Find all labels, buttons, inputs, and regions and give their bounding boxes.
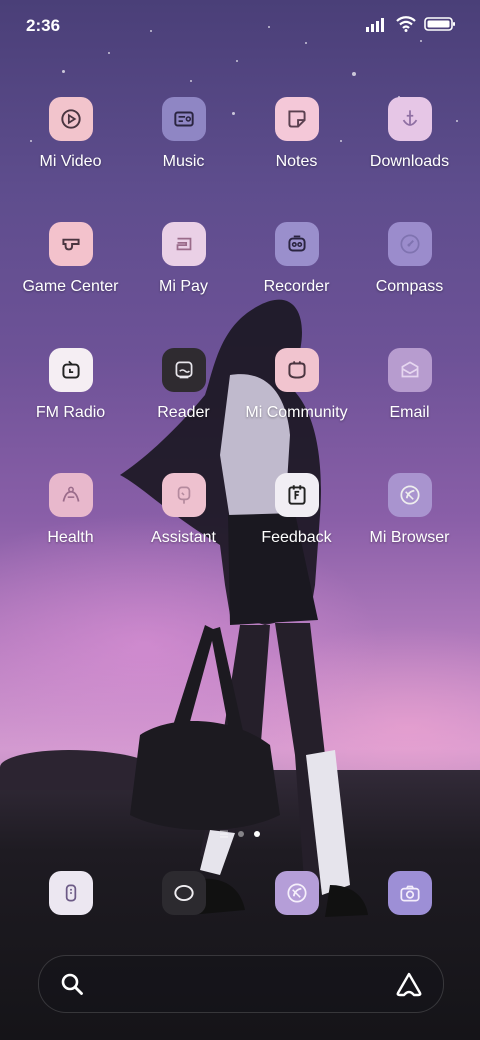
app-notes[interactable]: Notes <box>240 97 353 171</box>
page-indicator[interactable] <box>0 830 480 838</box>
app-label: Mi Community <box>245 404 348 421</box>
game-center-icon <box>48 222 93 266</box>
reader-icon <box>161 348 206 392</box>
mi-video-icon <box>48 97 93 141</box>
app-health[interactable]: Health <box>14 473 127 547</box>
app-label: Mi Browser <box>369 529 450 546</box>
wifi-icon <box>396 16 416 32</box>
app-label: Assistant <box>151 529 216 546</box>
status-time: 2:36 <box>26 16 61 35</box>
app-label: Notes <box>275 153 318 170</box>
app-mi-pay[interactable]: Mi Pay <box>127 222 240 296</box>
app-downloads[interactable]: Downloads <box>353 97 466 171</box>
app-mi-community[interactable]: Mi Community <box>240 348 353 422</box>
feedback-icon <box>274 473 319 517</box>
status-bar: 2:36 <box>0 0 480 50</box>
fm-radio-icon <box>48 348 93 392</box>
compass-icon <box>387 222 432 266</box>
browser-icon[interactable] <box>275 871 319 915</box>
app-music[interactable]: Music <box>127 97 240 171</box>
app-mi-video[interactable]: Mi Video <box>14 97 127 171</box>
signal-icon <box>366 18 384 32</box>
app-recorder[interactable]: Recorder <box>240 222 353 296</box>
app-label: Mi Pay <box>159 278 208 295</box>
search-icon[interactable] <box>61 973 83 995</box>
app-label: Mi Video <box>39 153 102 170</box>
app-label: Downloads <box>369 153 450 170</box>
list-indicator-icon <box>220 830 228 838</box>
music-icon <box>161 97 206 141</box>
notes-icon <box>274 97 319 141</box>
app-label: Feedback <box>261 529 332 546</box>
search-bar[interactable] <box>38 955 444 1013</box>
app-compass[interactable]: Compass <box>353 222 466 296</box>
phone-icon[interactable] <box>49 871 93 915</box>
app-label: Music <box>162 153 205 170</box>
camera-icon[interactable] <box>388 871 432 915</box>
mi-pay-icon <box>161 222 206 266</box>
health-icon <box>48 473 93 517</box>
app-label: Health <box>47 529 94 546</box>
downloads-icon <box>387 97 432 141</box>
app-email[interactable]: Email <box>353 348 466 422</box>
app-label: Compass <box>375 278 444 295</box>
app-mi-browser[interactable]: Mi Browser <box>353 473 466 547</box>
page-dot-1[interactable] <box>238 831 244 837</box>
email-icon <box>387 348 432 392</box>
status-icons <box>366 16 456 32</box>
app-game-center[interactable]: Game Center <box>14 222 127 296</box>
battery-icon <box>424 17 455 31</box>
page-dot-2[interactable] <box>254 831 260 837</box>
app-label: Game Center <box>22 278 119 295</box>
messages-icon[interactable] <box>162 871 206 915</box>
app-label: Recorder <box>263 278 330 295</box>
app-assistant[interactable]: Assistant <box>127 473 240 547</box>
app-label: Email <box>389 404 430 421</box>
mi-browser-icon <box>387 473 432 517</box>
app-label: Reader <box>157 404 210 421</box>
app-label: FM Radio <box>35 404 106 421</box>
app-reader[interactable]: Reader <box>127 348 240 422</box>
assistant-icon <box>161 473 206 517</box>
app-feedback[interactable]: Feedback <box>240 473 353 547</box>
assistant-a-icon[interactable] <box>395 971 423 997</box>
mi-community-icon <box>274 348 319 392</box>
app-fm-radio[interactable]: FM Radio <box>14 348 127 422</box>
recorder-icon <box>274 222 319 266</box>
